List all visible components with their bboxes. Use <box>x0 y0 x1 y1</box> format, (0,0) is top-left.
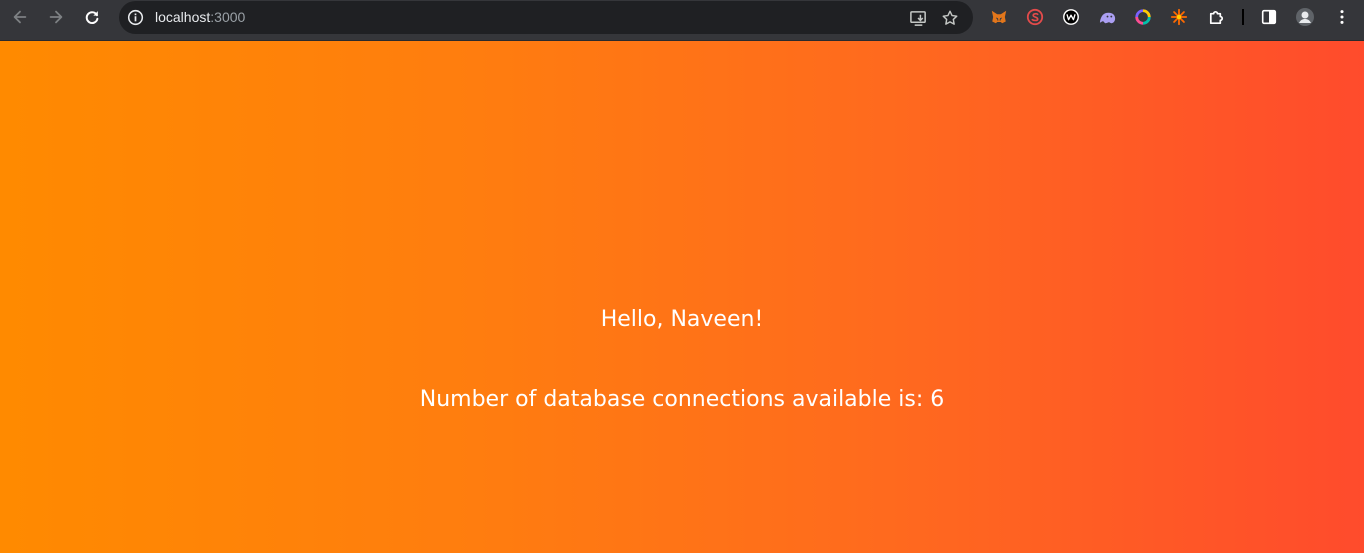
greeting-text: Hello, Naveen! <box>600 307 764 332</box>
spark-icon[interactable] <box>1168 6 1190 28</box>
s-shield-glyph <box>1026 8 1044 26</box>
url-host: localhost <box>155 9 211 25</box>
url-port: :3000 <box>210 9 246 25</box>
ghost-icon[interactable] <box>1096 6 1118 28</box>
browser-toolbar: localhost:3000 <box>0 0 1364 41</box>
color-ring-icon[interactable] <box>1132 6 1154 28</box>
back-button[interactable] <box>6 4 34 30</box>
address-bar[interactable]: localhost:3000 <box>119 1 973 34</box>
url-text[interactable]: localhost:3000 <box>155 9 245 26</box>
profile-button[interactable] <box>1294 6 1316 28</box>
w-circle-glyph <box>1063 9 1079 25</box>
metamask-fox-icon[interactable] <box>988 6 1010 28</box>
kebab-menu-icon <box>1340 10 1344 24</box>
forward-button[interactable] <box>42 4 70 30</box>
install-app-button[interactable] <box>907 7 929 29</box>
color-ring-glyph <box>1135 9 1151 25</box>
puzzle-icon <box>1209 10 1223 24</box>
browser-menu-button[interactable] <box>1331 6 1353 28</box>
side-panel-button[interactable] <box>1258 6 1280 28</box>
arrow-right-icon <box>49 10 63 24</box>
avatar <box>1296 8 1314 26</box>
reload-button[interactable] <box>78 4 106 30</box>
extensions-button[interactable] <box>1205 6 1227 28</box>
info-icon <box>127 9 144 26</box>
site-info-button[interactable] <box>127 9 144 26</box>
page-content: Hello, Naveen! Number of database connec… <box>0 41 1364 553</box>
arrow-left-icon <box>13 10 27 24</box>
connections-text: Number of database connections available… <box>419 387 945 412</box>
spark-glyph <box>1170 8 1188 26</box>
ghost-glyph <box>1099 12 1115 23</box>
bookmark-button[interactable] <box>939 7 961 29</box>
w-circle-icon[interactable] <box>1060 6 1082 28</box>
reload-icon <box>85 11 99 25</box>
toolbar-divider <box>1242 9 1244 25</box>
star-icon <box>942 10 958 25</box>
metamask-glyph <box>991 10 1007 24</box>
install-app-icon <box>909 10 926 26</box>
side-panel-icon <box>1261 9 1277 25</box>
s-shield-icon[interactable] <box>1024 6 1046 28</box>
